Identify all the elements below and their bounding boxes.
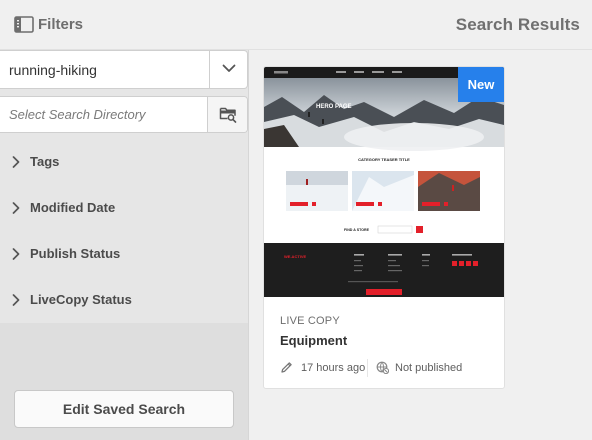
footer-logo: WE.ACTIVE [284, 254, 307, 259]
search-results-title: Search Results [455, 15, 580, 34]
facet-label: LiveCopy Status [30, 292, 132, 307]
hero-title: HERO PAGE [316, 104, 352, 110]
card-title[interactable]: Equipment [280, 333, 347, 348]
meta-separator [367, 359, 368, 377]
new-badge: New [458, 67, 504, 102]
saved-search-dropdown-button[interactable] [209, 51, 247, 88]
panel-divider [248, 50, 249, 440]
saved-search-value: running-hiking [9, 62, 97, 78]
browse-directory-button[interactable] [207, 97, 247, 132]
facet-label: Modified Date [30, 200, 116, 215]
facet-label: Publish Status [30, 246, 121, 261]
filters-title: Filters [38, 16, 84, 33]
folder-search-icon [219, 107, 237, 123]
modified-info: 17 hours ago [280, 361, 365, 374]
publish-status-info: Not published [376, 361, 462, 374]
sidebar-toggle-icon[interactable] [14, 16, 34, 33]
facet-modified-date[interactable]: Modified Date [0, 186, 248, 232]
top-bar: Filters Search Results [0, 0, 592, 50]
chevron-down-icon [222, 64, 236, 72]
chevron-right-icon [12, 202, 20, 214]
result-card[interactable]: HERO PAGE CATEGORY TEASER TITLE FIND A S… [263, 66, 505, 389]
page-thumbnail: HERO PAGE CATEGORY TEASER TITLE FIND A S… [264, 67, 504, 297]
search-directory-input[interactable] [0, 97, 205, 132]
facet-label: Tags [30, 154, 60, 169]
facet-publish-status[interactable]: Publish Status [0, 232, 248, 278]
globe-status-icon [376, 361, 389, 374]
chevron-right-icon [12, 294, 20, 306]
search-directory-field [0, 96, 248, 133]
facet-livecopy-status[interactable]: LiveCopy Status [0, 278, 248, 324]
saved-search-select[interactable]: running-hiking [0, 50, 248, 89]
teaser-title: CATEGORY TEASER TITLE [358, 157, 410, 162]
pencil-icon [281, 362, 292, 373]
modified-time: 17 hours ago [301, 361, 366, 374]
chevron-right-icon [12, 156, 20, 168]
publish-status: Not published [395, 361, 463, 374]
facet-tags[interactable]: Tags [0, 140, 248, 186]
chevron-right-icon [12, 248, 20, 260]
edit-saved-search-button[interactable]: Edit Saved Search [14, 390, 234, 428]
card-type-label: LIVE COPY [280, 315, 340, 327]
find-store-label: FIND A STORE [344, 228, 370, 232]
